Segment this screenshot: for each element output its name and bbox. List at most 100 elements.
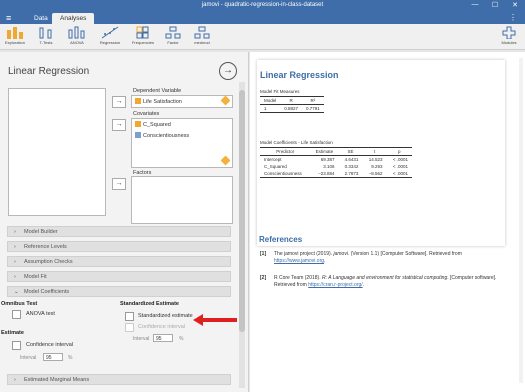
coef-cell: < .0001 — [392, 157, 408, 162]
maximize-button[interactable]: ☐ — [485, 1, 505, 9]
dependent-variable-name: Life Satisfaction — [143, 99, 182, 105]
factors-box[interactable] — [131, 176, 233, 224]
ttest-icon — [39, 27, 52, 39]
ruler-icon — [135, 132, 141, 138]
coef-cell: 4.6431 — [344, 157, 359, 162]
anova-label: ANOVA — [70, 40, 84, 45]
coef-cell: 2.7873 — [338, 170, 363, 178]
covariate-item[interactable]: C_Squared — [132, 119, 232, 130]
kebab-icon[interactable]: ⋮ — [509, 13, 517, 22]
hamburger-icon[interactable]: ≡ — [6, 13, 11, 23]
modules-button[interactable]: Modules — [496, 26, 522, 48]
interval-label: Interval — [20, 355, 37, 361]
coef-cell: < .0001 — [392, 164, 408, 169]
pencil-icon — [220, 155, 231, 166]
fit-cell: 0.8827 — [280, 104, 303, 113]
coef-cell: −23.884 — [310, 170, 339, 178]
coef-header: SE — [338, 147, 363, 156]
table-row: C_Squared 3.106 0.3342 9.293 < .0001 — [260, 163, 412, 170]
chevron-right-icon: › — [14, 244, 16, 250]
dependent-variable-item[interactable]: Life Satisfaction — [132, 96, 232, 107]
standardized-estimate-label: Standardized estimate — [138, 313, 193, 319]
minimize-button[interactable]: — — [465, 1, 485, 8]
analysis-title: Linear Regression — [8, 66, 90, 77]
exploration-label: Exploration — [4, 40, 25, 45]
tab-analyses[interactable]: Analyses — [52, 13, 95, 24]
coef-cell: 14.523 — [368, 157, 383, 162]
anova-button[interactable]: ANOVA — [64, 26, 90, 48]
frequencies-icon — [136, 26, 149, 39]
section-model-fit[interactable]: › Model Fit — [7, 271, 231, 282]
std-confidence-interval-checkbox[interactable] — [125, 323, 134, 332]
medmod-icon — [194, 26, 210, 39]
reference-link[interactable]: https://cran.r-project.org/ — [308, 282, 362, 288]
covariates-label: Covariates — [133, 111, 160, 117]
section-model-builder[interactable]: › Model Builder — [7, 226, 231, 237]
exploration-button[interactable]: Exploration — [2, 26, 28, 48]
reference-italic: jamovi — [333, 251, 348, 257]
options-scrollbar-thumb[interactable] — [239, 90, 245, 332]
references-title: References — [259, 235, 303, 244]
coef-cell: Intercept — [264, 157, 282, 162]
section-label: Model Builder — [24, 229, 58, 235]
arrow-right-icon[interactable]: → — [112, 119, 126, 131]
anova-icon — [68, 26, 85, 39]
arrow-right-icon[interactable]: → — [112, 178, 126, 190]
percent-label: % — [68, 355, 73, 361]
covariate-item[interactable]: Conscientiousness — [132, 130, 232, 141]
anova-test-label: ANOVA test — [26, 311, 55, 317]
dependent-variable-box[interactable]: Life Satisfaction — [131, 95, 233, 108]
std-interval-input[interactable]: 95 — [153, 334, 173, 342]
regression-icon — [101, 26, 119, 39]
annotation-arrow — [193, 314, 237, 326]
coef-cell: 69.387 — [320, 157, 335, 162]
coef-cell: C_Squared — [264, 164, 287, 169]
ttests-button[interactable]: T-Tests — [33, 26, 59, 48]
covariate-name: C_Squared — [143, 122, 171, 128]
modules-label: Modules — [501, 40, 517, 45]
chevron-right-icon: › — [14, 229, 16, 235]
anova-test-checkbox[interactable] — [12, 310, 21, 319]
tab-bar: ≡ Data Analyses ⋮ — [0, 12, 525, 24]
standardized-estimate-header: Standardized Estimate — [120, 301, 179, 307]
interval-input[interactable]: 95 — [43, 353, 63, 361]
options-panel: Linear Regression → Dependent Variable →… — [0, 52, 249, 392]
section-estimated-marginal-means[interactable]: › Estimated Marginal Means — [7, 374, 231, 385]
reference-number: [1] — [260, 251, 267, 257]
results-title: Linear Regression — [260, 70, 339, 80]
regression-button[interactable]: Regression — [97, 26, 123, 48]
section-model-coefficients[interactable]: ⌄ Model Coefficients — [7, 286, 231, 297]
reference-link[interactable]: https://www.jamovi.org — [274, 258, 324, 264]
covariate-name: Conscientiousness — [143, 133, 190, 139]
standardized-estimate-checkbox[interactable] — [125, 312, 134, 321]
reference-end: . — [362, 282, 365, 288]
coef-cell: −8.562 — [362, 170, 387, 178]
coef-header: p — [386, 147, 412, 156]
chevron-down-icon: ⌄ — [14, 289, 19, 295]
std-percent-label: % — [179, 336, 184, 342]
available-variables-list[interactable] — [8, 88, 106, 216]
medmod-button[interactable]: medmod — [189, 26, 215, 48]
omnibus-test-header: Omnibus Test — [1, 301, 38, 307]
coefficients-table: Predictor Estimate SE t p Intercept 69.3… — [260, 147, 412, 178]
results-scrollbar[interactable] — [519, 58, 523, 383]
go-arrow-icon[interactable]: → — [219, 62, 237, 80]
factor-button[interactable]: Factor — [160, 26, 186, 48]
coef-header: Predictor — [260, 147, 311, 156]
coef-header: t — [362, 147, 387, 156]
section-reference-levels[interactable]: › Reference Levels — [7, 241, 231, 252]
coef-cell: 0.3342 — [344, 164, 359, 169]
arrow-right-icon[interactable]: → — [112, 96, 126, 108]
factor-icon — [165, 26, 181, 39]
covariates-box[interactable]: C_Squared Conscientiousness — [131, 118, 233, 168]
std-interval-label: Interval — [133, 336, 150, 342]
close-button[interactable]: ✕ — [505, 1, 525, 9]
table-row: Intercept 69.387 4.6431 14.523 < .0001 — [260, 156, 412, 164]
std-confidence-interval-label: Confidence interval — [138, 324, 186, 330]
section-label: Estimated Marginal Means — [24, 377, 90, 383]
frequencies-button[interactable]: Frequencies — [130, 26, 156, 48]
section-assumption-checks[interactable]: › Assumption Checks — [7, 256, 231, 267]
chevron-right-icon: › — [14, 274, 16, 280]
confidence-interval-checkbox[interactable] — [12, 341, 21, 350]
section-label: Assumption Checks — [24, 259, 73, 265]
